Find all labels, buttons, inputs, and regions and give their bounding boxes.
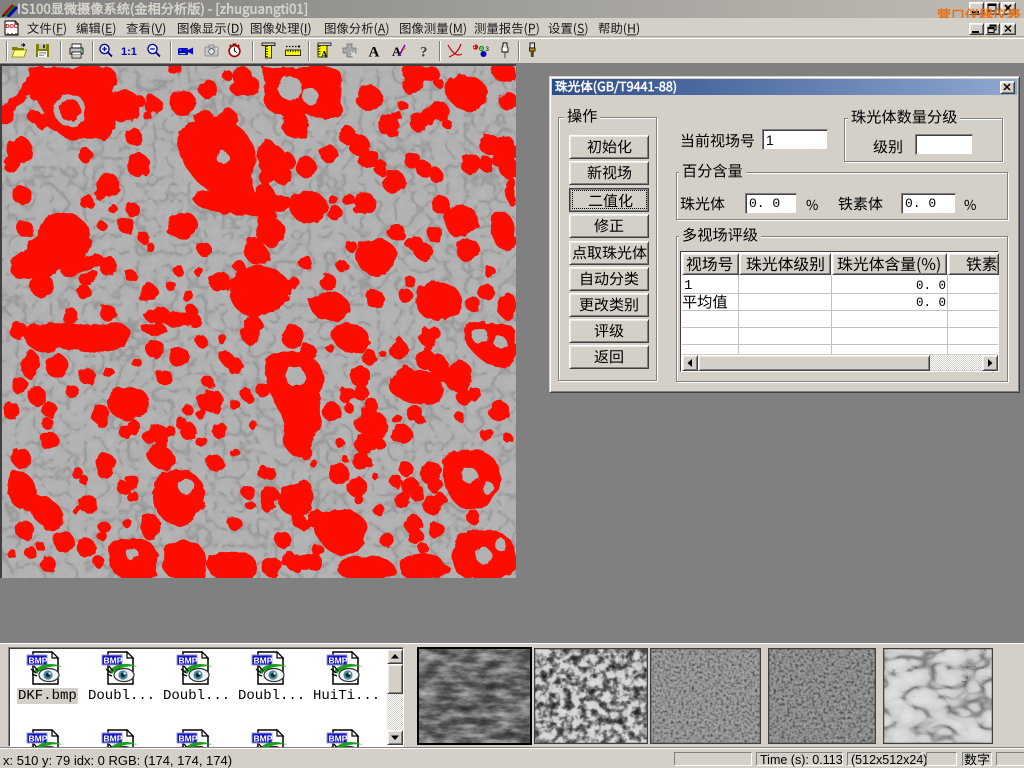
- svg-text:3: 3: [486, 47, 490, 53]
- svg-text:A: A: [321, 50, 328, 60]
- svg-text:a: a: [480, 46, 483, 52]
- svg-text:?: ?: [420, 45, 428, 61]
- svg-text:A: A: [392, 44, 402, 59]
- svg-text:DOC: DOC: [6, 24, 18, 30]
- svg-text:1:1: 1:1: [121, 46, 137, 58]
- svg-text:A: A: [369, 45, 380, 61]
- svg-text:1: 1: [473, 44, 476, 50]
